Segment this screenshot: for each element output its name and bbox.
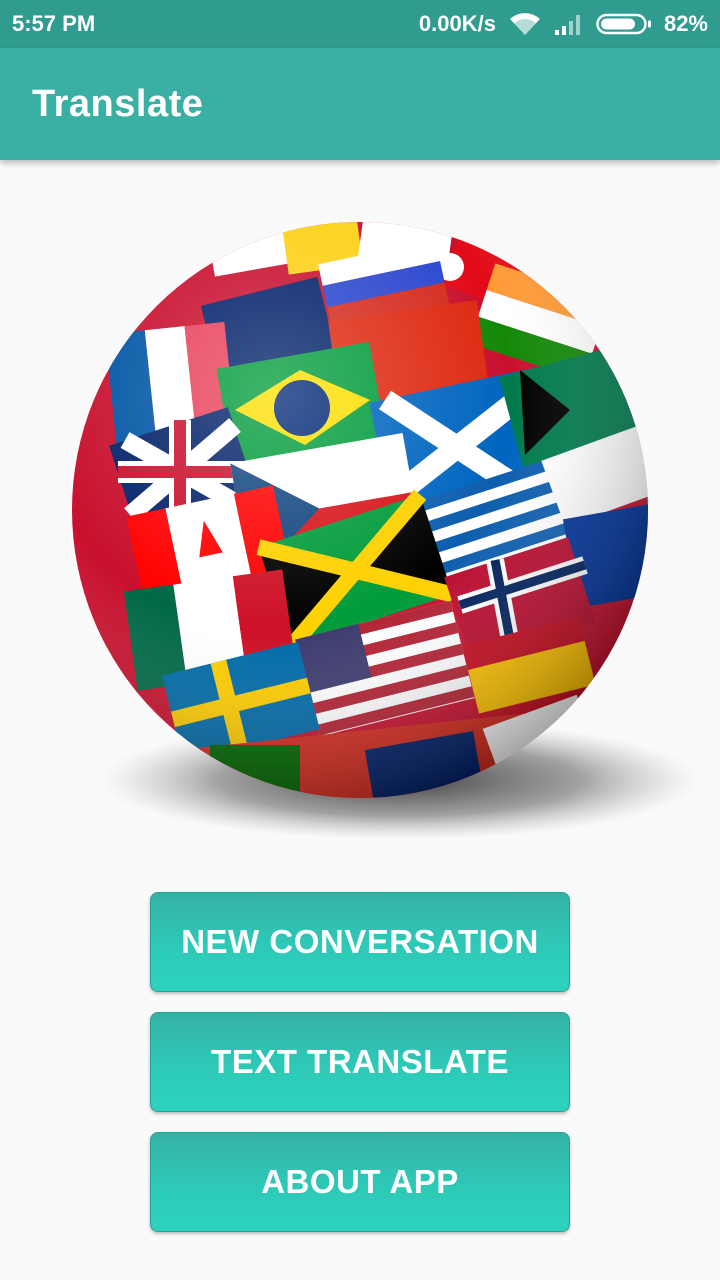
status-bar: 5:57 PM 0.00K/s 82% — [0, 0, 720, 48]
main-actions: NEW CONVERSATION TEXT TRANSLATE ABOUT AP… — [150, 892, 570, 1252]
status-indicators: 0.00K/s 82% — [419, 11, 708, 37]
status-time: 5:57 PM — [12, 11, 96, 36]
about-app-button[interactable]: ABOUT APP — [150, 1132, 570, 1232]
battery-percent: 82% — [663, 11, 708, 36]
new-conversation-button[interactable]: NEW CONVERSATION — [150, 892, 570, 992]
network-speed: 0.00K/s — [418, 11, 496, 36]
cell-signal-icon — [554, 12, 584, 36]
battery-icon — [596, 12, 652, 36]
app-bar: Translate — [0, 48, 720, 160]
wifi-icon — [508, 11, 542, 37]
text-translate-button[interactable]: TEXT TRANSLATE — [150, 1012, 570, 1112]
flags-globe-image — [70, 210, 710, 850]
app-title: Translate — [32, 82, 204, 125]
